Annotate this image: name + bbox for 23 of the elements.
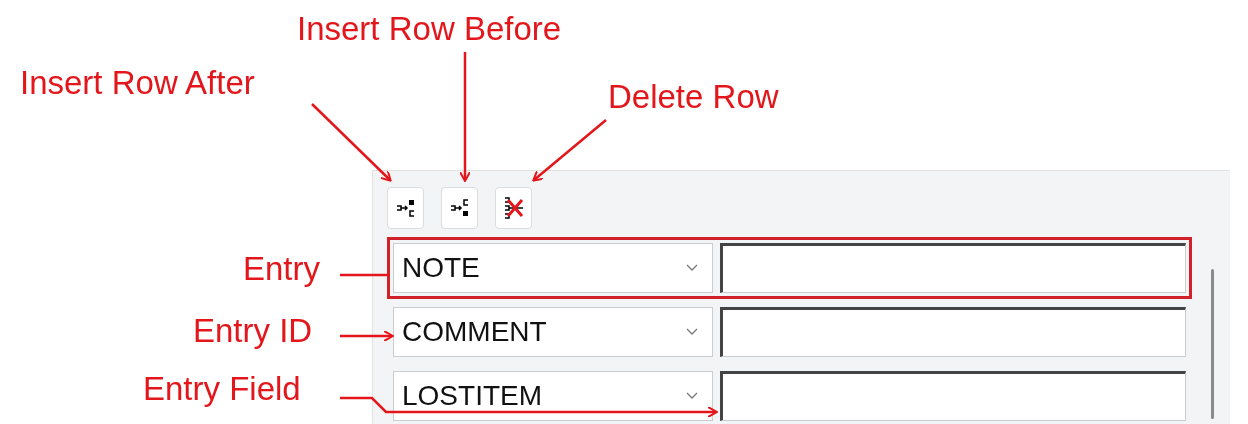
annotation-label: Delete Row [608,80,779,113]
toolbar-button[interactable] [387,187,424,229]
entry-field[interactable] [720,243,1186,293]
annotation-label: Entry Field [143,372,301,405]
annotation-label: Insert Row Before [297,12,562,45]
annotation-label: Insert Row After [20,66,255,99]
entry-id-dropdown[interactable]: COMMENT [393,307,713,357]
leader-line [340,273,389,277]
chevron-down-icon [686,392,698,400]
leader-arrow [340,330,394,342]
entry-id-dropdown[interactable]: NOTE [393,243,713,293]
chevron-down-icon [686,328,698,336]
annotation-label: Entry [243,252,321,285]
entry-field[interactable] [720,371,1186,421]
toolbar-button[interactable] [441,187,478,229]
insert-row-before-icon [448,197,471,219]
entry-field[interactable] [720,307,1186,357]
scrollbar[interactable] [1211,269,1214,419]
toolbar-button[interactable] [495,187,532,229]
chevron-down-icon [686,264,698,272]
annotation-label: Entry ID [193,314,313,347]
entry-id-dropdown[interactable]: LOSTITEM [393,371,713,421]
insert-row-after-icon [394,197,417,219]
